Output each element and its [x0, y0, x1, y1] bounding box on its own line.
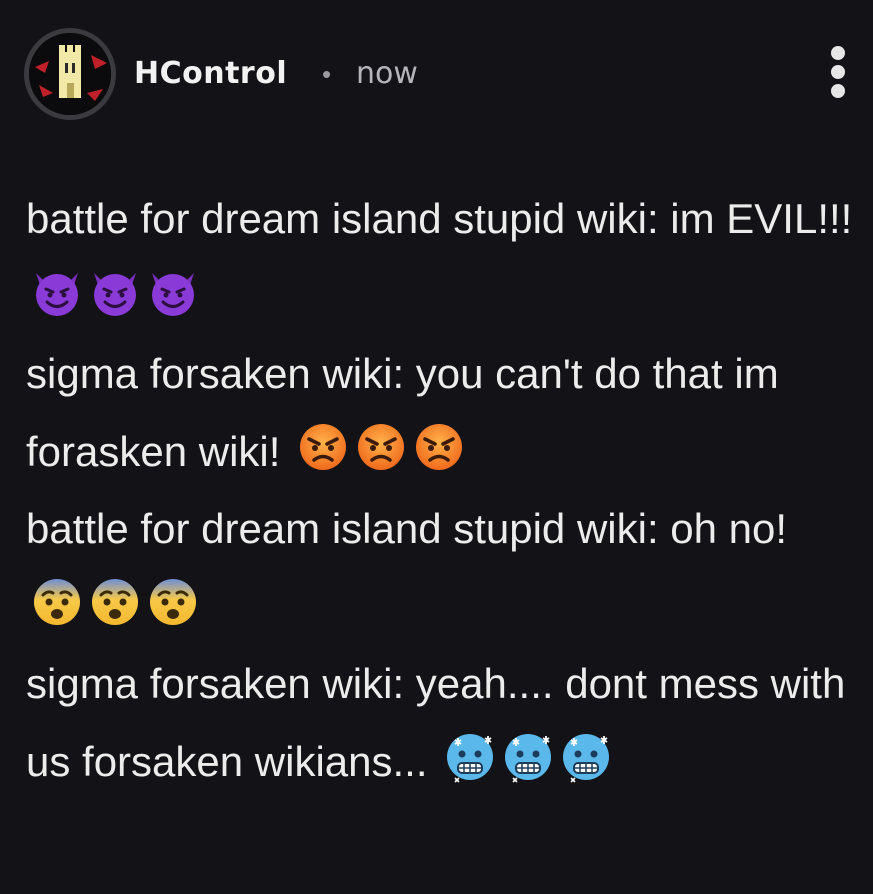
- post-header: HControl • now: [24, 28, 854, 122]
- post-body: battle for dream island stupid wiki: im …: [26, 180, 856, 800]
- avatar[interactable]: [24, 28, 116, 120]
- message-line: sigma forsaken wiki: you can't do that i…: [26, 335, 856, 490]
- message-line: sigma forsaken wiki: yeah.... dont mess …: [26, 645, 856, 800]
- message-text: battle for dream island stupid wiki: oh …: [26, 505, 788, 552]
- smiling-devil-emoji: [146, 265, 200, 319]
- angry-face-emoji: [354, 420, 408, 474]
- smiling-devil-emoji: [88, 265, 142, 319]
- cold-face-emoji: [559, 730, 613, 784]
- post-timestamp: now: [356, 56, 418, 91]
- separator-dot: •: [322, 59, 332, 89]
- castle-tower-icon: [29, 33, 111, 115]
- smiling-devil-emoji: [30, 265, 84, 319]
- angry-face-emoji: [296, 420, 350, 474]
- message-line: battle for dream island stupid wiki: im …: [26, 180, 856, 335]
- cold-face-emoji: [501, 730, 555, 784]
- angry-face-emoji: [412, 420, 466, 474]
- fearful-face-emoji: [146, 575, 200, 629]
- more-vertical-icon[interactable]: [822, 46, 854, 106]
- message-text: sigma forsaken wiki: yeah.... dont mess …: [26, 660, 846, 785]
- message-text: battle for dream island stupid wiki: im …: [26, 195, 853, 242]
- author-name[interactable]: HControl: [134, 56, 287, 92]
- message-line: battle for dream island stupid wiki: oh …: [26, 490, 856, 645]
- cold-face-emoji: [443, 730, 497, 784]
- fearful-face-emoji: [88, 575, 142, 629]
- fearful-face-emoji: [30, 575, 84, 629]
